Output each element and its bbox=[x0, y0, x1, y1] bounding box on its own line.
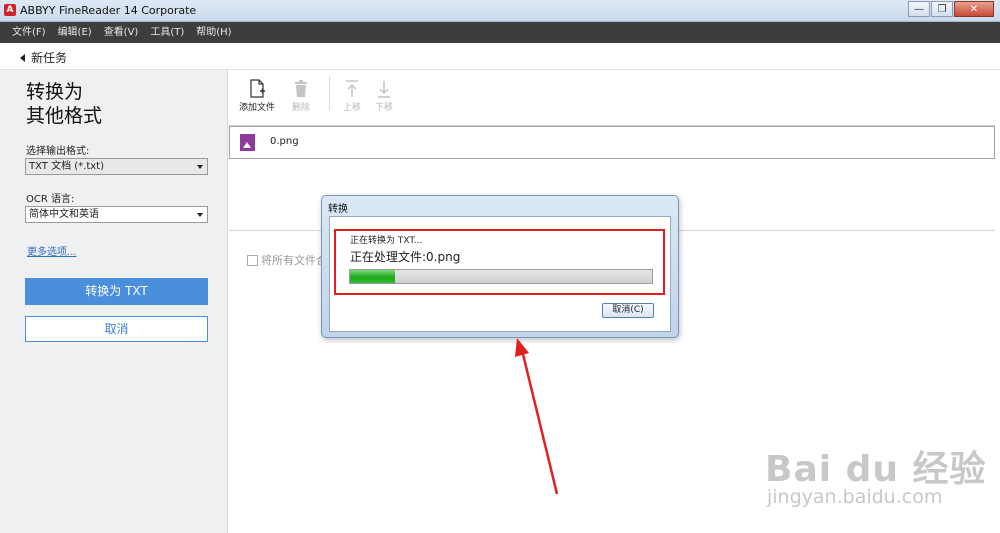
watermark-brand: Bai du 经验 bbox=[765, 449, 987, 490]
watermark-url: jingyan.baidu.com bbox=[767, 486, 943, 508]
baidu-watermark: Bai du 经验 jingyan.baidu.com bbox=[765, 420, 990, 510]
